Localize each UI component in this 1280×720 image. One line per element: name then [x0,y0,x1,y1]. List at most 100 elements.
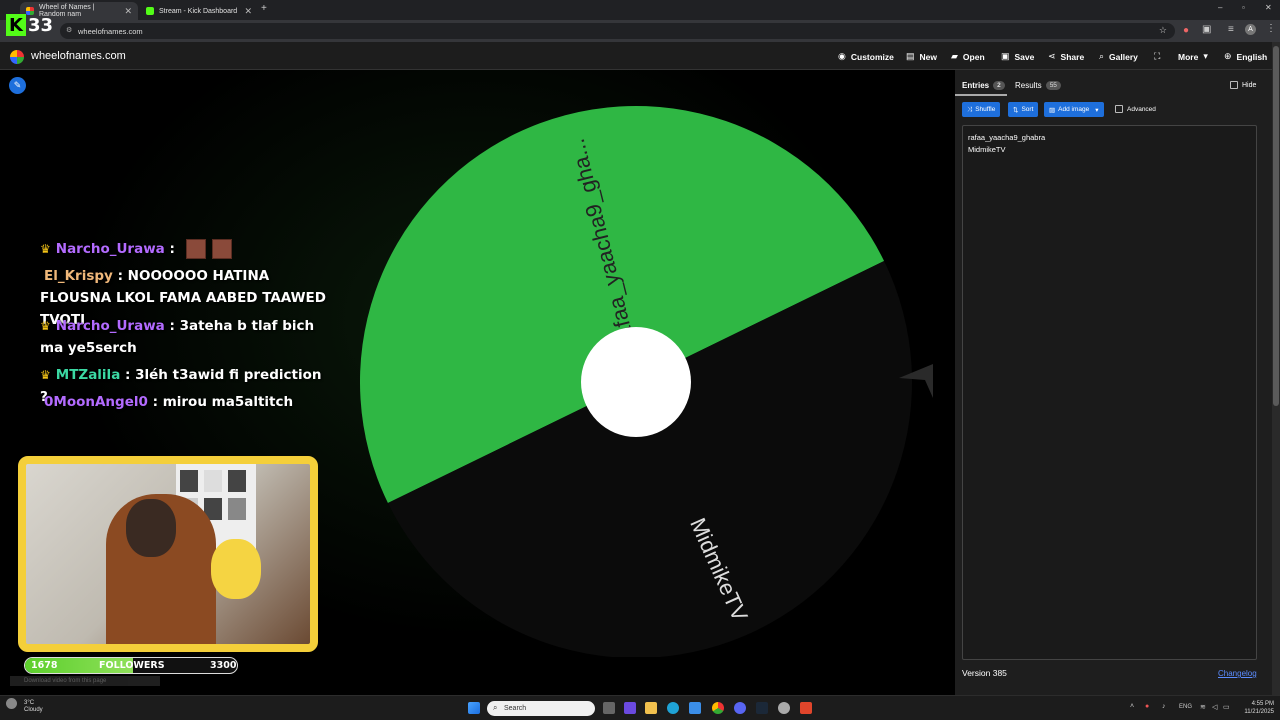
microphone-icon[interactable]: ♪ [1162,703,1166,710]
tab-search-icon[interactable]: ≡ [1228,24,1234,35]
extension-icon[interactable]: ● [1183,25,1189,36]
download-video-strip[interactable]: Download video from this page [10,676,160,686]
window-close-icon[interactable]: ✕ [1265,3,1272,12]
sort-label: Sort [1021,106,1034,113]
minimize-icon[interactable]: – [1218,3,1222,12]
chat-username: El_Krispy [44,268,113,284]
steam-icon[interactable] [756,702,768,714]
emote-icon [211,239,232,259]
file-explorer-icon[interactable] [645,702,657,714]
tab-entries[interactable]: Entries 2 [962,81,1005,90]
tray-chevron-icon[interactable]: ˄ [1130,703,1134,710]
changelog-link[interactable]: Changelog [1218,669,1257,678]
browser-tab-bar: Wheel of Names | Random nam ✕ Stream - K… [0,0,1280,20]
volume-icon[interactable]: ◁ [1212,703,1217,711]
followers-target: 3300 [210,660,237,671]
close-icon[interactable]: ✕ [244,6,252,17]
save-button[interactable]: ▣ Save [1001,51,1034,62]
followers-goal-bar: 1678 FOLLOWERS 3300 [24,657,238,674]
extensions-puzzle-icon[interactable]: ▣ [1202,24,1211,35]
customize-label: Customize [850,51,894,62]
weather-widget[interactable]: 3°C Cloudy [24,700,43,714]
site-info-icon[interactable]: ⚙ [66,26,72,34]
palette-icon: ◉ [838,51,846,61]
page-scrollbar[interactable] [1272,42,1280,695]
results-count-badge: 55 [1045,81,1061,90]
app-icon[interactable] [689,702,701,714]
chat-username: 0MoonAngel0 [44,394,148,410]
emote-icon [185,239,206,259]
browser-menu-icon[interactable]: ⋮ [1266,23,1276,34]
edit-pencil-button[interactable]: ✎ [9,77,26,94]
chat-separator: : [169,318,175,334]
chat-username: Narcho_Urawa [55,318,165,334]
kick-logo-icon: K [6,14,26,36]
language-label: English [1236,51,1268,62]
chat-separator: : [169,241,175,257]
hide-checkbox[interactable]: Hide [1230,81,1256,89]
chrome-icon[interactable] [712,702,724,714]
shuffle-button[interactable]: ⤨ Shuffle [962,102,1001,117]
kick-overlay-badge: K 33 [6,14,53,36]
entry-line: MidmikeTV [968,145,1006,154]
browser-toolbar: ⚙ wheelofnames.com ☆ ● ▣ ≡ A ⋮ [0,20,1280,42]
streamer-head [126,499,176,557]
share-label: Share [1060,51,1085,62]
new-tab-icon[interactable]: + [261,3,267,14]
task-view-icon[interactable] [603,702,615,714]
followers-current: 1678 [31,660,58,671]
wheel-center-hub[interactable] [581,327,691,437]
language-button[interactable]: ⊕ English [1224,51,1267,62]
windows-start-icon[interactable] [468,702,480,714]
checkbox-icon [1230,81,1238,89]
discord-icon[interactable] [734,702,746,714]
bookmark-star-icon[interactable]: ☆ [1159,25,1167,36]
profile-avatar[interactable]: A [1245,24,1256,35]
entries-textarea[interactable]: rafaa_yaacha9_ghabra MidmikeTV [962,125,1257,660]
share-button[interactable]: ⋖ Share [1048,51,1084,62]
tab-results[interactable]: Results 55 [1015,81,1061,90]
taskbar-search[interactable]: ⌕ Search [487,701,595,716]
language-indicator[interactable]: ENG [1179,704,1192,710]
sort-button[interactable]: ⇅ Sort [1008,102,1039,117]
shuffle-label: Shuffle [975,106,996,113]
fullscreen-icon: ⛶ [1154,51,1161,61]
add-image-button[interactable]: ▨ Add image ▾ [1044,102,1104,117]
advanced-checkbox[interactable]: Advanced [1115,105,1156,113]
wheel-pointer-icon [899,364,933,398]
fullscreen-button[interactable]: ⛶ [1154,51,1160,62]
chat-message: ♛ Narcho_Urawa : 3ateha b tlaf bich ma ye… [40,315,330,359]
new-button[interactable]: ▤ New [906,51,937,62]
taskbar-clock[interactable]: 4:55 PM 11/21/2025 [1236,700,1274,716]
open-button[interactable]: ▰ Open [951,51,985,62]
image-icon: ▨ [1049,106,1056,114]
chat-message: ♛ Narcho_Urawa : [40,238,330,260]
maximize-icon[interactable]: ▫ [1242,3,1245,12]
gallery-button[interactable]: ⌕ Gallery [1099,51,1138,62]
crown-icon: ♛ [40,242,51,256]
windows-taskbar: 3°C Cloudy ⌕ Search ˄ ● ♪ ENG ≋ ◁ ▭ 4:55… [0,695,1280,720]
address-bar[interactable]: ⚙ wheelofnames.com ☆ [60,23,1175,39]
wifi-icon[interactable]: ≋ [1200,703,1206,711]
scrollbar-thumb[interactable] [1273,46,1279,406]
edge-icon[interactable] [667,702,679,714]
wheel-of-names[interactable]: rafaa_yaacha9_gha... MidmikeTV [360,105,912,657]
close-icon[interactable]: ✕ [124,6,132,17]
battery-icon[interactable]: ▭ [1223,703,1230,711]
customize-button[interactable]: ◉ Customize [838,51,894,62]
more-label: More [1178,51,1199,62]
more-menu-button[interactable]: More ▾ [1178,51,1208,62]
tray-app-icon[interactable]: ● [1145,703,1149,710]
site-logo-icon[interactable] [10,50,24,64]
brave-icon[interactable] [800,702,812,714]
site-navbar: wheelofnames.com ◉ Customize ▤ New ▰ Open ▣… [0,42,1272,70]
weather-icon[interactable] [6,698,17,709]
app-icon[interactable] [624,702,636,714]
share-icon: ⋖ [1048,51,1056,61]
globe-icon: ⊕ [1224,51,1232,61]
app-icon[interactable] [778,702,790,714]
plush-toy [211,539,261,599]
tab-kick-dashboard[interactable]: Stream - Kick Dashboard ✕ [140,2,258,20]
site-name[interactable]: wheelofnames.com [31,50,126,62]
checkbox-icon [1115,105,1123,113]
